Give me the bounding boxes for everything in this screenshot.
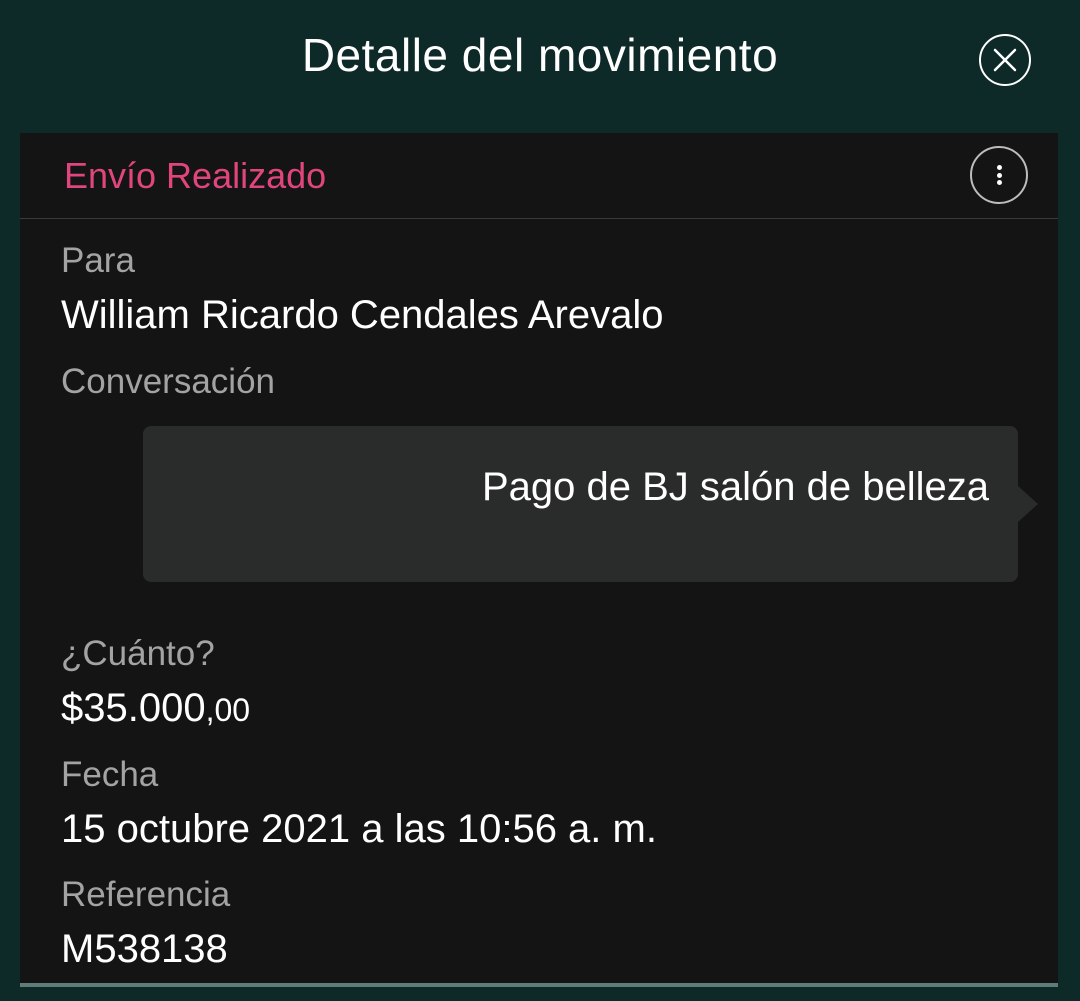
card-bottom-edge [20,983,1058,987]
status-text: Envío Realizado [64,155,327,196]
amount-label: ¿Cuánto? [61,634,215,673]
date-label: Fecha [61,755,159,794]
recipient-name: William Ricardo Cendales Arevalo [61,293,664,337]
date-value: 15 octubre 2021 a las 10:56 a. m. [61,807,657,851]
message-bubble: Pago de BJ salón de belleza [143,426,1018,582]
more-vertical-icon [996,163,1002,188]
message-bubble-tail [1018,486,1038,522]
message-text: Pago de BJ salón de belleza [481,465,989,509]
reference-label: Referencia [61,875,231,914]
close-icon [993,48,1017,72]
amount-value: $35.000,00 [61,686,250,731]
card-header: Envío Realizado [20,133,1058,219]
reference-value: M538138 [61,927,228,971]
more-options-button[interactable] [970,146,1028,204]
conversation-label: Conversación [61,362,275,401]
close-button[interactable] [979,34,1031,86]
movement-detail-card: Envío Realizado Para William Ricardo Cen… [20,133,1058,985]
header: Detalle del movimiento [0,0,1080,120]
recipient-label: Para [61,241,135,280]
amount-cents: ,00 [205,692,251,728]
page-title: Detalle del movimiento [301,29,779,81]
amount-main: $35.000 [61,686,206,730]
